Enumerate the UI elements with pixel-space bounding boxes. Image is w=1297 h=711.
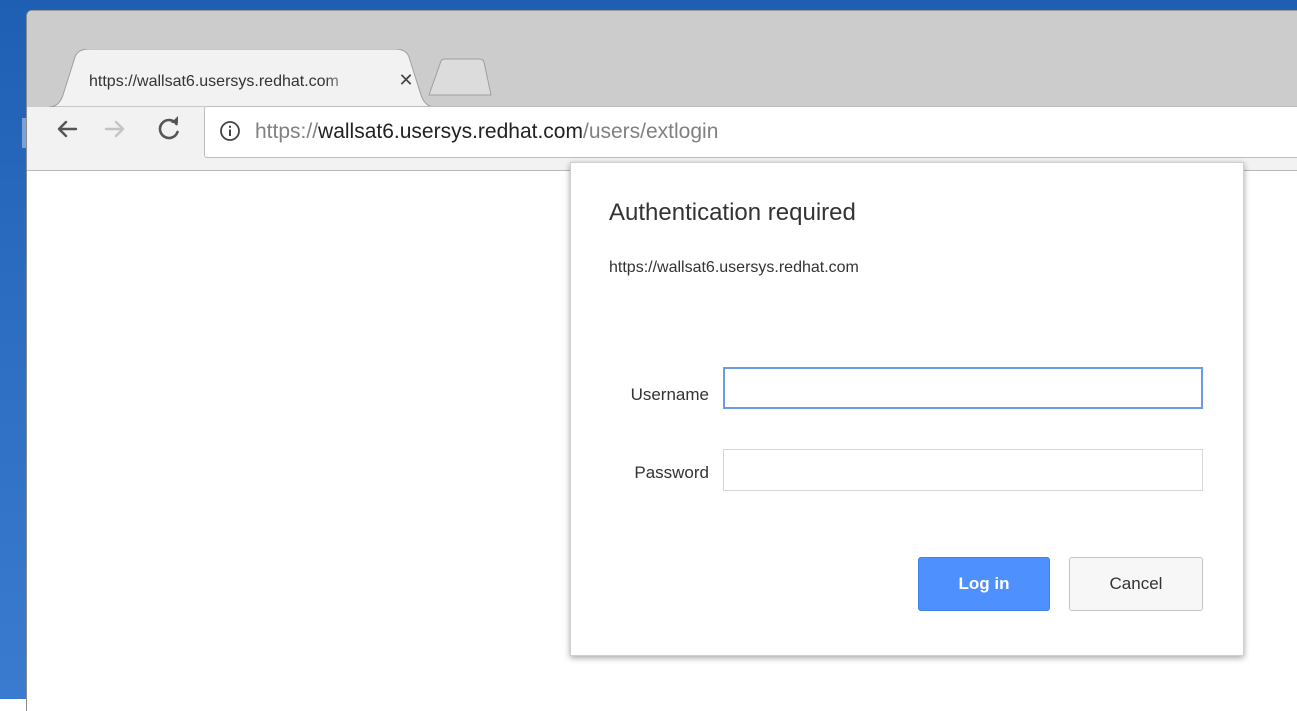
new-tab-shape: [428, 58, 492, 96]
new-tab-icon[interactable]: [425, 57, 495, 97]
login-button[interactable]: Log in: [918, 557, 1050, 611]
close-icon[interactable]: ✕: [397, 71, 415, 89]
password-label: Password: [634, 463, 709, 482]
cancel-button[interactable]: Cancel: [1069, 557, 1203, 611]
forward-arrow-icon[interactable]: [100, 114, 130, 144]
auth-dialog: Authentication required https://wallsat6…: [570, 162, 1244, 656]
url-host: wallsat6.usersys.redhat.com: [318, 120, 583, 143]
url-path: /users/extlogin: [582, 120, 719, 143]
username-label: Username: [630, 385, 709, 404]
reload-icon[interactable]: [154, 114, 184, 144]
username-field[interactable]: [723, 367, 1203, 409]
tab-active[interactable]: https://wallsat6.usersys.redhat.com ✕: [49, 49, 435, 107]
url-text: https://wallsat6.usersys.redhat.com/user…: [255, 120, 718, 144]
dialog-origin: https://wallsat6.usersys.redhat.com: [609, 259, 859, 276]
tab-title: https://wallsat6.usersys.redhat.com: [89, 73, 339, 90]
password-field[interactable]: [723, 449, 1203, 491]
dialog-title: Authentication required: [609, 199, 856, 226]
address-bar[interactable]: https://wallsat6.usersys.redhat.com/user…: [204, 106, 1297, 158]
back-arrow-icon[interactable]: [52, 114, 82, 144]
info-icon[interactable]: [219, 120, 241, 142]
url-scheme: https://: [255, 120, 319, 143]
